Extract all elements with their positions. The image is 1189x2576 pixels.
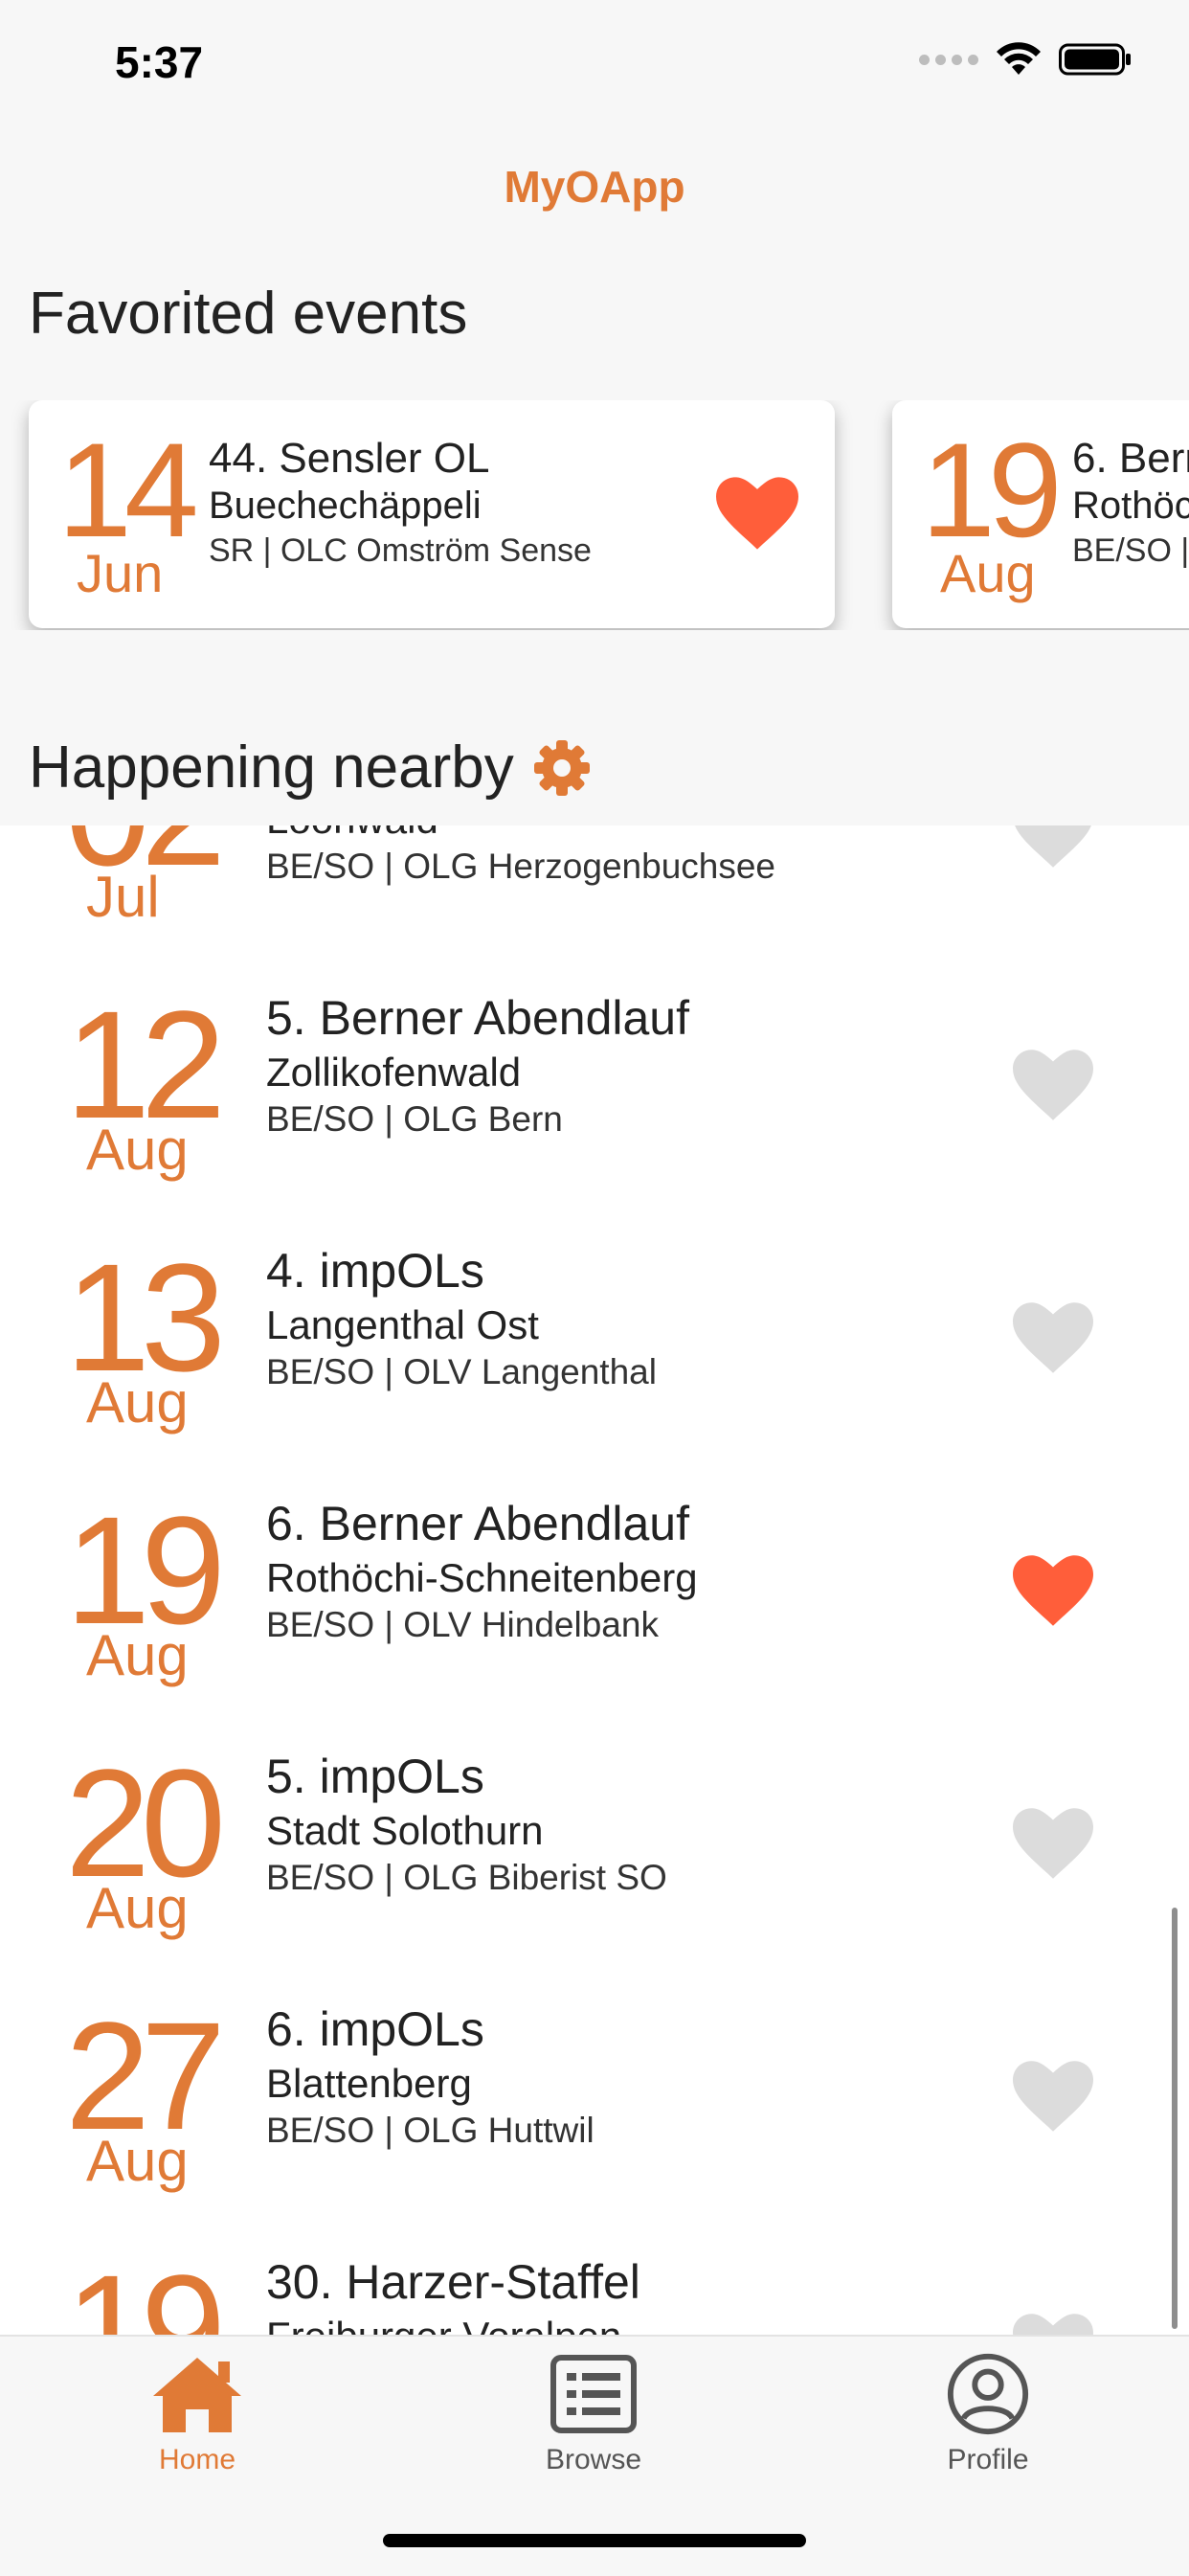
- event-row[interactable]: 13 Aug 4. impOLs Langenthal Ost BE/SO | …: [0, 1212, 1189, 1467]
- event-month: Aug: [86, 1623, 189, 1687]
- event-name: 4. impOLs: [266, 1244, 484, 1298]
- event-row[interactable]: 20 Aug 5. impOLs Stadt Solothurn BE/SO |…: [0, 1718, 1189, 1973]
- event-location: Freiburger Voralpen: [266, 2314, 621, 2335]
- favorite-heart-icon[interactable]: [1013, 1808, 1093, 1884]
- event-name: 6. Berner Abendlauf: [1072, 435, 1189, 482]
- event-row[interactable]: 19 Aug 6. Berner Abendlauf Rothöchi-Schn…: [0, 1465, 1189, 1720]
- status-time: 5:37: [115, 37, 204, 87]
- tab-profile-label: Profile: [947, 2444, 1029, 2475]
- event-name: 6. impOLs: [266, 2002, 484, 2056]
- nearby-section-title: Happening nearby: [29, 734, 593, 802]
- event-month: Aug: [940, 543, 1036, 603]
- event-details: BE/SO | OLG Huttwil: [266, 2111, 594, 2150]
- event-details: BE/SO | OLG Herzogenbuchsee: [266, 847, 776, 886]
- event-location: Stadt Solothurn: [266, 1808, 544, 1853]
- event-month: Jul: [86, 865, 160, 929]
- event-month: Aug: [86, 1118, 189, 1182]
- event-name: 5. Berner Abendlauf: [266, 991, 689, 1045]
- status-bar: 5:37: [0, 0, 1189, 126]
- event-month: Aug: [86, 2129, 189, 2193]
- battery-icon: [1059, 42, 1132, 77]
- home-indicator[interactable]: [383, 2534, 806, 2547]
- gear-icon[interactable]: [531, 737, 593, 799]
- favorite-heart-icon[interactable]: [1013, 2314, 1093, 2335]
- favorite-heart-icon[interactable]: [716, 477, 798, 554]
- event-location: Langenthal Ost: [266, 1302, 539, 1347]
- favorite-heart-icon[interactable]: [1013, 1050, 1093, 1125]
- cellular-signal-icon: [919, 54, 978, 65]
- tab-browse[interactable]: Browse: [498, 2346, 689, 2476]
- event-row[interactable]: 02 Jul Loohwald BE/SO | OLG Herzogenbuch…: [0, 825, 1189, 961]
- event-location: Blattenberg: [266, 2061, 472, 2106]
- favorite-heart-icon[interactable]: [1013, 1555, 1093, 1631]
- event-name: 5. impOLs: [266, 1750, 484, 1803]
- favorite-event-card[interactable]: 19 Aug 6. Berner Abendlauf Rothöchi-Schn…: [892, 400, 1189, 628]
- event-month: Aug: [86, 1370, 189, 1435]
- favorite-heart-icon[interactable]: [1013, 1302, 1093, 1378]
- event-details: BE/SO | OLG Biberist SO: [266, 1858, 667, 1897]
- event-location: Buechechäppeli: [209, 485, 482, 527]
- profile-icon: [892, 2346, 1084, 2442]
- event-details: BE/SO | OLV Hindelbank: [1072, 532, 1189, 569]
- event-day: 19: [65, 2243, 226, 2336]
- event-details: BE/SO | OLV Hindelbank: [266, 1605, 659, 1644]
- scrollbar[interactable]: [1172, 1908, 1178, 2329]
- event-location: Rothöchi-Schneitenberg: [1072, 485, 1189, 527]
- tab-browse-label: Browse: [545, 2444, 642, 2475]
- wifi-icon: [996, 42, 1042, 77]
- favorites-carousel[interactable]: 14 Jun 44. Sensler OL Buechechäppeli SR …: [0, 400, 1189, 630]
- status-icons: [919, 42, 1132, 77]
- nearby-events-list[interactable]: 02 Jul Loohwald BE/SO | OLG Herzogenbuch…: [0, 825, 1189, 2335]
- event-details: SR | OLC Omström Sense: [209, 532, 592, 569]
- event-month: Jun: [77, 543, 164, 603]
- event-row[interactable]: 12 Aug 5. Berner Abendlauf Zollikofenwal…: [0, 960, 1189, 1214]
- favorite-heart-icon[interactable]: [1013, 825, 1093, 872]
- event-location: Rothöchi-Schneitenberg: [266, 1555, 698, 1600]
- event-location: Loohwald: [266, 825, 438, 843]
- event-details: BE/SO | OLG Bern: [266, 1099, 563, 1139]
- favorites-section-title: Favorited events: [29, 281, 468, 347]
- event-row[interactable]: 19 30. Harzer-Staffel Freiburger Voralpe…: [0, 2224, 1189, 2335]
- event-day: 19: [921, 415, 1063, 565]
- event-month: Aug: [86, 1876, 189, 1940]
- app-title: MyOApp: [504, 162, 685, 212]
- nearby-title-label: Happening nearby: [29, 734, 514, 801]
- tab-home[interactable]: Home: [101, 2346, 293, 2476]
- event-details: BE/SO | OLV Langenthal: [266, 1352, 657, 1391]
- favorite-heart-icon[interactable]: [1013, 2061, 1093, 2136]
- event-location: Zollikofenwald: [266, 1050, 522, 1095]
- favorite-event-card[interactable]: 14 Jun 44. Sensler OL Buechechäppeli SR …: [29, 400, 835, 628]
- event-name: 44. Sensler OL: [209, 435, 490, 482]
- event-day: 14: [57, 415, 199, 565]
- event-name: 30. Harzer-Staffel: [266, 2255, 640, 2309]
- event-row[interactable]: 27 Aug 6. impOLs Blattenberg BE/SO | OLG…: [0, 1971, 1189, 2226]
- list-icon: [498, 2346, 689, 2442]
- event-name: 6. Berner Abendlauf: [266, 1497, 689, 1550]
- tab-profile[interactable]: Profile: [892, 2346, 1084, 2476]
- tab-home-label: Home: [158, 2444, 236, 2475]
- home-icon: [101, 2346, 293, 2442]
